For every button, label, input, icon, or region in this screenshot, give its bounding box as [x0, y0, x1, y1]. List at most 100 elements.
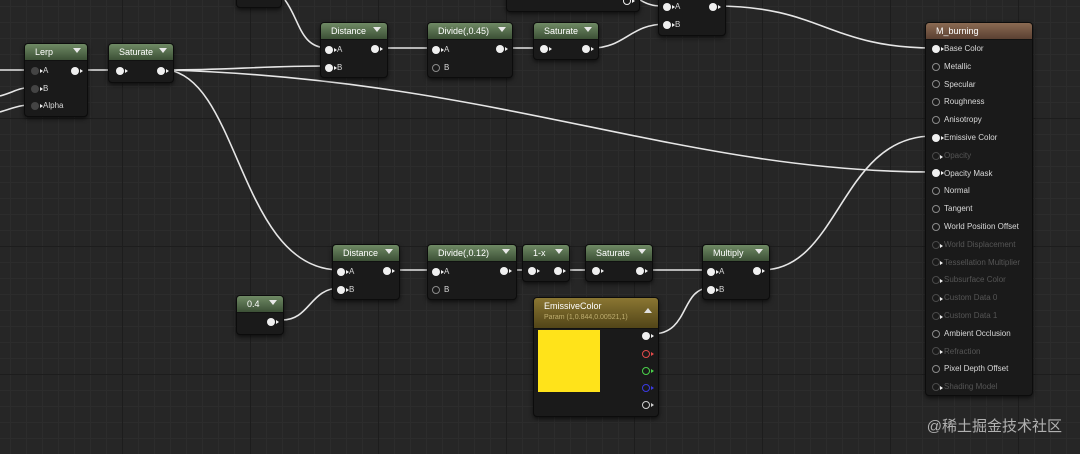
divide-top-output-pin[interactable] — [496, 45, 508, 53]
lerp-node[interactable]: Lerp A B Alpha — [24, 43, 88, 117]
lerp-node-header[interactable]: Lerp — [25, 44, 87, 61]
one-minus-input-pin[interactable] — [528, 267, 540, 275]
collapse-preview-icon[interactable] — [644, 308, 652, 313]
material-pin-subsurface-color[interactable]: Subsurface Color — [932, 274, 1006, 286]
divide-bottom-header[interactable]: Divide(,0.12) — [428, 245, 516, 262]
mix-top-node[interactable]: A B — [658, 0, 726, 36]
distance-top-pin-a[interactable]: A — [325, 44, 342, 56]
saturate-bottom-input-pin[interactable] — [592, 267, 604, 275]
one-minus-node[interactable]: 1-x — [522, 244, 570, 282]
material-pin-custom-data-1[interactable]: Custom Data 1 — [932, 310, 997, 322]
saturate-output-pin[interactable] — [157, 67, 169, 75]
constant-output-pin[interactable] — [267, 318, 279, 326]
multiply-node[interactable]: Multiply A B — [702, 244, 770, 300]
divide-top-pin-b[interactable]: B — [432, 62, 449, 74]
multiply-pin-a[interactable]: A — [707, 266, 724, 278]
distance-top-header[interactable]: Distance — [321, 23, 387, 40]
mix-top-pin-b[interactable]: B — [663, 19, 680, 31]
distance-top-pin-b[interactable]: B — [325, 62, 342, 74]
material-pin-shading-model[interactable]: Shading Model — [932, 381, 997, 393]
distance-top-node[interactable]: Distance A B — [320, 22, 388, 78]
distance-bottom-node[interactable]: Distance A B — [332, 244, 400, 300]
saturate-top2-input-pin[interactable] — [540, 45, 552, 53]
multiply-pin-b[interactable]: B — [707, 284, 724, 296]
lerp-pin-alpha[interactable]: Alpha — [31, 100, 63, 112]
material-pin-tessellation-multiplier[interactable]: Tessellation Multiplier — [932, 257, 1020, 269]
pin-label: Metallic — [944, 61, 972, 71]
divide-top-pin-a[interactable]: A — [432, 44, 449, 56]
one-minus-output-pin[interactable] — [554, 267, 566, 275]
material-pin-base-color[interactable]: Base Color — [932, 43, 984, 55]
constant-node[interactable]: 0.4 — [236, 295, 284, 335]
pin-label: Custom Data 1 — [944, 311, 998, 320]
saturate-node-header[interactable]: Saturate — [109, 44, 173, 61]
collapse-arrow-icon[interactable] — [385, 249, 393, 254]
material-pin-emissive-color[interactable]: Emissive Color — [932, 132, 997, 144]
material-pin-refraction[interactable]: Refraction — [932, 346, 980, 358]
material-result-node[interactable]: M_burning Base Color Metallic Specular Roug… — [925, 22, 1033, 396]
material-pin-custom-data-0[interactable]: Custom Data 0 — [932, 292, 997, 304]
mix-top-pin-a[interactable]: A — [663, 1, 680, 13]
material-pin-roughness[interactable]: Roughness — [932, 96, 984, 108]
material-pin-pixel-depth-offset[interactable]: Pixel Depth Offset — [932, 363, 1008, 375]
saturate-input-pin[interactable] — [116, 67, 128, 75]
collapse-arrow-icon[interactable] — [159, 48, 167, 53]
collapse-arrow-icon[interactable] — [269, 300, 277, 305]
material-pin-world-position-offset[interactable]: World Position Offset — [932, 221, 1019, 233]
saturate-bottom-header[interactable]: Saturate — [586, 245, 652, 262]
divide-bottom-output-pin[interactable] — [500, 267, 512, 275]
divide-bottom-pin-b[interactable]: B — [432, 284, 449, 296]
lerp-output-pin[interactable] — [71, 67, 83, 75]
red-channel-pin-icon[interactable] — [642, 350, 654, 358]
material-pin-tangent[interactable]: Tangent — [932, 203, 972, 215]
distance-top-output-pin[interactable] — [371, 45, 383, 53]
one-minus-header[interactable]: 1-x — [523, 245, 569, 262]
collapse-arrow-icon[interactable] — [502, 249, 510, 254]
material-pin-opacity-mask[interactable]: Opacity Mask — [932, 168, 992, 180]
green-channel-pin-icon[interactable] — [642, 367, 654, 375]
saturate-top2-output-pin[interactable] — [582, 45, 594, 53]
multiply-header[interactable]: Multiply — [703, 245, 769, 262]
offscreen-output-ring-icon[interactable] — [623, 0, 635, 5]
multiply-output-pin[interactable] — [753, 267, 765, 275]
lerp-pin-b[interactable]: B — [31, 83, 48, 95]
divide-top-header[interactable]: Divide(,0.45) — [428, 23, 512, 40]
saturate-top2-node[interactable]: Saturate — [533, 22, 599, 60]
collapse-arrow-icon[interactable] — [498, 27, 506, 32]
alpha-channel-pin-icon[interactable] — [642, 401, 654, 409]
emissive-rgb-output-pin[interactable] — [642, 332, 654, 340]
distance-bottom-pin-a[interactable]: A — [337, 266, 354, 278]
constant-header[interactable]: 0.4 — [237, 296, 283, 313]
collapse-arrow-icon[interactable] — [755, 249, 763, 254]
divide-bottom-node[interactable]: Divide(,0.12) A B — [427, 244, 517, 300]
saturate-node[interactable]: Saturate — [108, 43, 174, 83]
saturate-bottom-node[interactable]: Saturate — [585, 244, 653, 282]
material-pin-opacity[interactable]: Opacity — [932, 150, 971, 162]
lerp-pin-a[interactable]: A — [31, 65, 48, 77]
distance-bottom-header[interactable]: Distance — [333, 245, 399, 262]
collapse-arrow-icon[interactable] — [638, 249, 646, 254]
material-pin-anisotropy[interactable]: Anisotropy — [932, 114, 982, 126]
material-header[interactable]: M_burning — [926, 23, 1032, 40]
divide-bottom-pin-a[interactable]: A — [432, 266, 449, 278]
material-pin-specular[interactable]: Specular — [932, 79, 976, 91]
collapse-arrow-icon[interactable] — [555, 249, 563, 254]
distance-bottom-output-pin[interactable] — [383, 267, 395, 275]
saturate-top2-header[interactable]: Saturate — [534, 23, 598, 40]
saturate-bottom-output-pin[interactable] — [636, 267, 648, 275]
material-pin-ambient-occlusion[interactable]: Ambient Occlusion — [932, 328, 1011, 340]
collapse-arrow-icon[interactable] — [73, 48, 81, 53]
material-pin-world-displacement[interactable]: World Displacement — [932, 239, 1015, 251]
collapse-arrow-icon[interactable] — [373, 27, 381, 32]
material-pin-normal[interactable]: Normal — [932, 185, 970, 197]
material-pin-metallic[interactable]: Metallic — [932, 61, 971, 73]
emissive-param-header[interactable]: EmissiveColor Param (1,0.844,0.00521,1) — [534, 298, 658, 329]
emissive-color-param-node[interactable]: EmissiveColor Param (1,0.844,0.00521,1) — [533, 297, 659, 417]
blue-channel-pin-icon[interactable] — [642, 384, 654, 392]
divide-top-node[interactable]: Divide(,0.45) A B — [427, 22, 513, 78]
offscreen-node-left[interactable] — [236, 0, 282, 8]
mix-top-output-pin[interactable] — [709, 3, 721, 11]
offscreen-node-right[interactable] — [506, 0, 640, 12]
distance-bottom-pin-b[interactable]: B — [337, 284, 354, 296]
collapse-arrow-icon[interactable] — [584, 27, 592, 32]
